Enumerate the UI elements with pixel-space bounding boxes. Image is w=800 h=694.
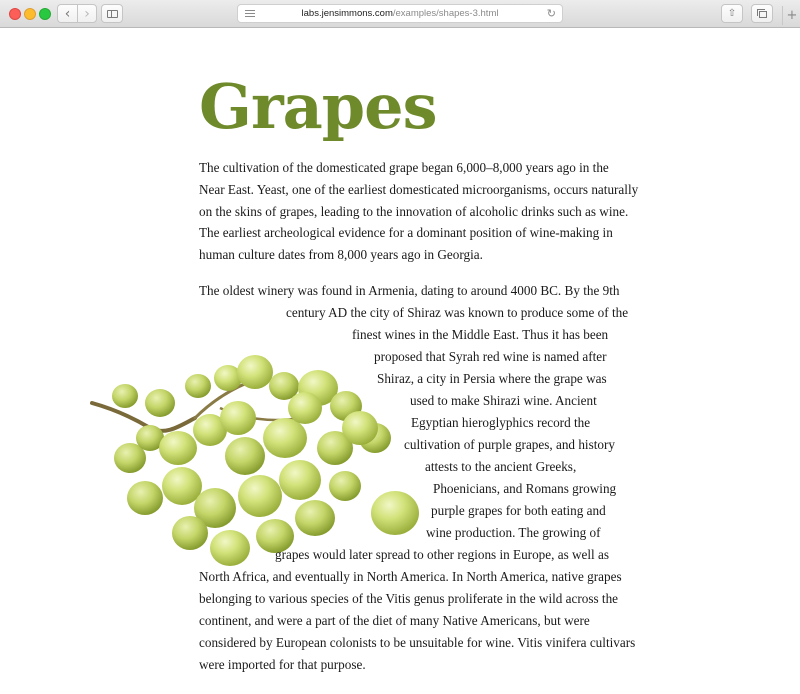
paragraph-line: on the skins of grapes, leading to the i… <box>199 203 629 219</box>
page-title: Grapes <box>199 70 437 143</box>
paragraph-line: Shiraz, a city in Persia where the grape… <box>377 371 607 386</box>
url-path: /examples/shapes-3.html <box>392 8 499 19</box>
paragraph-line: cultivation of purple grapes, and histor… <box>404 437 615 452</box>
reader-icon[interactable] <box>245 10 255 19</box>
paragraph-line: The cultivation of the domesticated grap… <box>199 160 609 175</box>
paragraph-line: used to make Shirazi wine. Ancient <box>410 393 597 408</box>
tabs-icon <box>757 9 767 18</box>
reload-icon[interactable]: ↻ <box>547 7 556 20</box>
paragraph-line: century AD the city of Shiraz was known … <box>286 305 629 320</box>
paragraph-line: Phoenicians, and Romans growing <box>433 481 617 496</box>
share-icon: ⇧ <box>727 8 737 19</box>
paragraph-line: Near East. Yeast, one of the earliest do… <box>199 181 639 197</box>
page-content: Grapes The cultivation of the domesticat… <box>0 28 800 694</box>
paragraph-line: human culture dates from 8,000 years ago… <box>199 247 483 263</box>
minimize-window-button[interactable] <box>24 8 36 20</box>
paragraph-line: North Africa, and eventually in North Am… <box>199 569 622 584</box>
url-host: labs.jensimmons.com <box>301 8 393 19</box>
paragraph-line: grapes would later spread to other regio… <box>275 547 609 562</box>
back-button[interactable]: ‹ <box>57 4 77 23</box>
paragraph-line: finest wines in the Middle East. Thus it… <box>352 327 609 342</box>
browser-toolbar: ‹ › labs.jensimmons.com/examples/shapes-… <box>0 0 800 28</box>
back-icon: ‹ <box>64 5 71 22</box>
new-tab-button[interactable]: + <box>782 6 800 25</box>
share-button[interactable]: ⇧ <box>721 4 743 23</box>
paragraph-line: Egyptian hieroglyphics record the <box>411 415 591 430</box>
paragraph-line: considered by European colonists to be u… <box>199 635 636 650</box>
sidebar-icon <box>106 9 118 18</box>
sidebar-button[interactable] <box>101 4 123 23</box>
forward-icon: › <box>84 5 90 22</box>
paragraph-line: were imported for that purpose. <box>199 657 366 672</box>
paragraph-line: The earliest archeological evidence for … <box>199 225 613 241</box>
address-bar[interactable]: labs.jensimmons.com/examples/shapes-3.ht… <box>237 4 563 23</box>
forward-button[interactable]: › <box>77 4 97 23</box>
paragraph-line: attests to the ancient Greeks, <box>425 459 577 474</box>
paragraph-line: continent, and were a part of the diet o… <box>199 613 590 628</box>
paragraph-line: The oldest winery was found in Armenia, … <box>199 283 620 298</box>
paragraph-line: belonging to various species of the Viti… <box>199 591 619 606</box>
paragraph-line: proposed that Syrah red wine is named af… <box>374 349 607 364</box>
paragraph-cultivation: The cultivation of the domesticated grap… <box>199 157 639 266</box>
show-tabs-button[interactable] <box>751 4 773 23</box>
paragraph-line: purple grapes for both eating and <box>431 503 606 518</box>
close-window-button[interactable] <box>9 8 21 20</box>
url-text: labs.jensimmons.com/examples/shapes-3.ht… <box>302 8 499 19</box>
zoom-window-button[interactable] <box>39 8 51 20</box>
plus-icon: + <box>786 8 798 23</box>
navigation-buttons: ‹ › <box>57 4 97 23</box>
paragraph-line: wine production. The growing of <box>426 525 601 540</box>
